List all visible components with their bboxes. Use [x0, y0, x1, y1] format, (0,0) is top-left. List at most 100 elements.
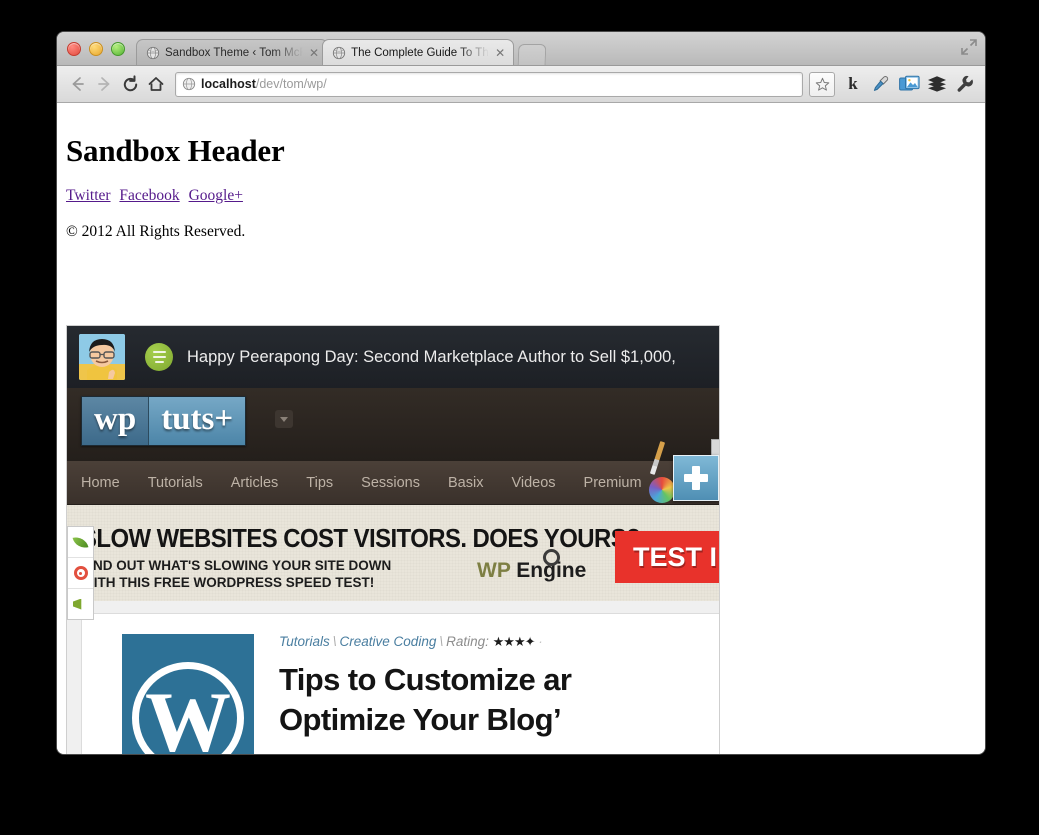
- page-viewport: Sandbox Header Twitter Facebook Google+ …: [57, 103, 985, 754]
- article-item[interactable]: Tutorials\Creative Coding\Rating: ★★★✦ ·…: [81, 613, 719, 754]
- user-avatar[interactable]: [79, 334, 125, 380]
- star-icon: [815, 77, 829, 91]
- nav-item-home[interactable]: Home: [81, 475, 120, 491]
- rating-label: Rating:: [446, 634, 489, 649]
- forward-button[interactable]: [91, 71, 117, 97]
- nav-item-tutorials[interactable]: Tutorials: [148, 475, 203, 491]
- zoom-window-button[interactable]: [111, 42, 125, 56]
- icon-line: [152, 351, 166, 353]
- banner-subline-1: FIND OUT WHAT'S SLOWING YOUR SITE DOWN: [81, 558, 392, 573]
- banner-headline: SLOW WEBSITES COST VISITORS. DOES YOURS?: [81, 523, 641, 553]
- share-widget: [67, 526, 94, 620]
- tab-close-icon[interactable]: ✕: [309, 47, 319, 59]
- screenshot-root: Sandbox Theme ‹ Tom McFar ✕ The Complete…: [0, 0, 1039, 835]
- extension-toolbar: k: [841, 72, 977, 96]
- rating-stars: ★★★✦: [492, 634, 536, 649]
- tab-title: Sandbox Theme ‹ Tom McFar: [165, 46, 303, 59]
- globe-icon: [182, 77, 196, 91]
- article-title-line-1[interactable]: Tips to Customize ar: [279, 660, 572, 700]
- share-widget-item-support[interactable]: [68, 558, 93, 589]
- bookmark-button[interactable]: [809, 71, 835, 97]
- eyedropper-glyph: [873, 76, 889, 91]
- expand-arrows-icon[interactable]: [960, 38, 978, 56]
- share-widget-item-announce[interactable]: [68, 589, 93, 619]
- nav-item-videos[interactable]: Videos: [511, 475, 555, 491]
- article-thumbnail[interactable]: [122, 634, 254, 754]
- leaf-icon: [72, 534, 89, 550]
- plus-button[interactable]: [673, 455, 719, 501]
- minimize-window-button[interactable]: [89, 42, 103, 56]
- color-wheel-icon: [649, 477, 675, 503]
- link-facebook[interactable]: Facebook: [119, 187, 179, 204]
- tab-strip: Sandbox Theme ‹ Tom McFar ✕ The Complete…: [57, 32, 985, 66]
- back-button[interactable]: [65, 71, 91, 97]
- breadcrumb-separator: \: [332, 634, 337, 649]
- layers-icon[interactable]: [925, 72, 949, 96]
- eyedropper-icon[interactable]: [869, 72, 893, 96]
- nav-item-articles[interactable]: Articles: [231, 475, 279, 491]
- logo-tuts-text: tuts+: [148, 397, 246, 445]
- envato-marketplace-icon[interactable]: [145, 343, 173, 371]
- icon-line: [152, 356, 166, 358]
- wptuts-logo[interactable]: wp tuts+: [81, 396, 247, 446]
- article-body: Tutorials \ Creative Coding \ Rating: ★★★✦ ·…: [254, 634, 572, 754]
- screenshot-glyph: [898, 75, 920, 90]
- home-button[interactable]: [143, 71, 169, 97]
- page-title: Sandbox Header: [66, 133, 285, 168]
- article-title-line-2[interactable]: Optimize Your Blog’: [279, 700, 571, 740]
- article-category[interactable]: Tutorials: [279, 634, 330, 649]
- globe-icon: [332, 46, 346, 59]
- social-links: Twitter Facebook Google+: [57, 169, 985, 205]
- embedded-site-content: Happy Peerapong Day: Second Marketplace …: [67, 326, 719, 754]
- link-google-plus[interactable]: Google+: [189, 187, 243, 204]
- browser-tab-2[interactable]: The Complete Guide To The ✕: [322, 39, 515, 65]
- embedded-site-frame: Happy Peerapong Day: Second Marketplace …: [66, 325, 720, 754]
- logo-wp-text: wp: [82, 397, 149, 445]
- globe-icon: [146, 46, 160, 59]
- tab-close-icon[interactable]: ✕: [495, 47, 505, 59]
- share-widget-item-leaf[interactable]: [68, 527, 93, 558]
- link-twitter[interactable]: Twitter: [66, 187, 111, 204]
- wpengine-banner-ad[interactable]: SLOW WEBSITES COST VISITORS. DOES YOURS?…: [67, 505, 719, 601]
- copyright-text: © 2012 All Rights Reserved.: [66, 223, 246, 240]
- plus-icon: [683, 465, 709, 491]
- reload-icon: [123, 74, 137, 91]
- k-extension-icon[interactable]: k: [841, 72, 865, 96]
- wrench-glyph: [957, 75, 973, 92]
- banner-cta-button[interactable]: TEST I: [615, 531, 719, 583]
- url-host: localhost: [201, 77, 256, 91]
- browser-window: Sandbox Theme ‹ Tom McFar ✕ The Complete…: [57, 32, 985, 754]
- arrow-right-icon: [98, 77, 110, 91]
- paint-tools-graphic: [649, 439, 719, 505]
- new-tab-button[interactable]: [517, 44, 547, 65]
- megaphone-icon: [72, 598, 82, 610]
- close-window-button[interactable]: [67, 42, 81, 56]
- window-controls: [67, 42, 125, 56]
- address-bar[interactable]: localhost/dev/tom/wp/: [175, 71, 803, 97]
- banner-subline: FIND OUT WHAT'S SLOWING YOUR SITE DOWN W…: [81, 557, 391, 591]
- banner-cta-label: TEST I: [633, 541, 718, 572]
- url-path: /dev/tom/wp/: [255, 77, 327, 91]
- tutsplus-nav: Home Tutorials Articles Tips Sessions Ba…: [67, 439, 719, 505]
- icon-line: [154, 361, 164, 363]
- tab-title: The Complete Guide To The: [351, 46, 490, 59]
- wpengine-wp-text: WP: [477, 559, 511, 582]
- reload-button[interactable]: [117, 71, 143, 97]
- article-subcategory[interactable]: Creative Coding: [340, 634, 437, 649]
- wrench-menu-icon[interactable]: [953, 72, 977, 96]
- nav-item-premium[interactable]: Premium: [584, 475, 642, 491]
- browser-toolbar: localhost/dev/tom/wp/ k: [57, 66, 985, 103]
- screenshot-icon[interactable]: [897, 72, 921, 96]
- nav-item-sessions[interactable]: Sessions: [361, 475, 420, 491]
- chevron-down-icon[interactable]: [275, 410, 293, 428]
- avatar-illustration: [79, 334, 125, 380]
- breadcrumb-separator: \: [439, 634, 444, 649]
- home-icon: [148, 77, 164, 91]
- wordpress-logo-icon: [132, 662, 244, 754]
- nav-item-tips[interactable]: Tips: [306, 475, 333, 491]
- browser-tab-1[interactable]: Sandbox Theme ‹ Tom McFar ✕: [136, 39, 329, 65]
- layers-glyph: [928, 76, 946, 92]
- envato-headline[interactable]: Happy Peerapong Day: Second Marketplace …: [187, 348, 676, 367]
- nav-item-basix[interactable]: Basix: [448, 475, 483, 491]
- url-text: localhost/dev/tom/wp/: [201, 77, 327, 91]
